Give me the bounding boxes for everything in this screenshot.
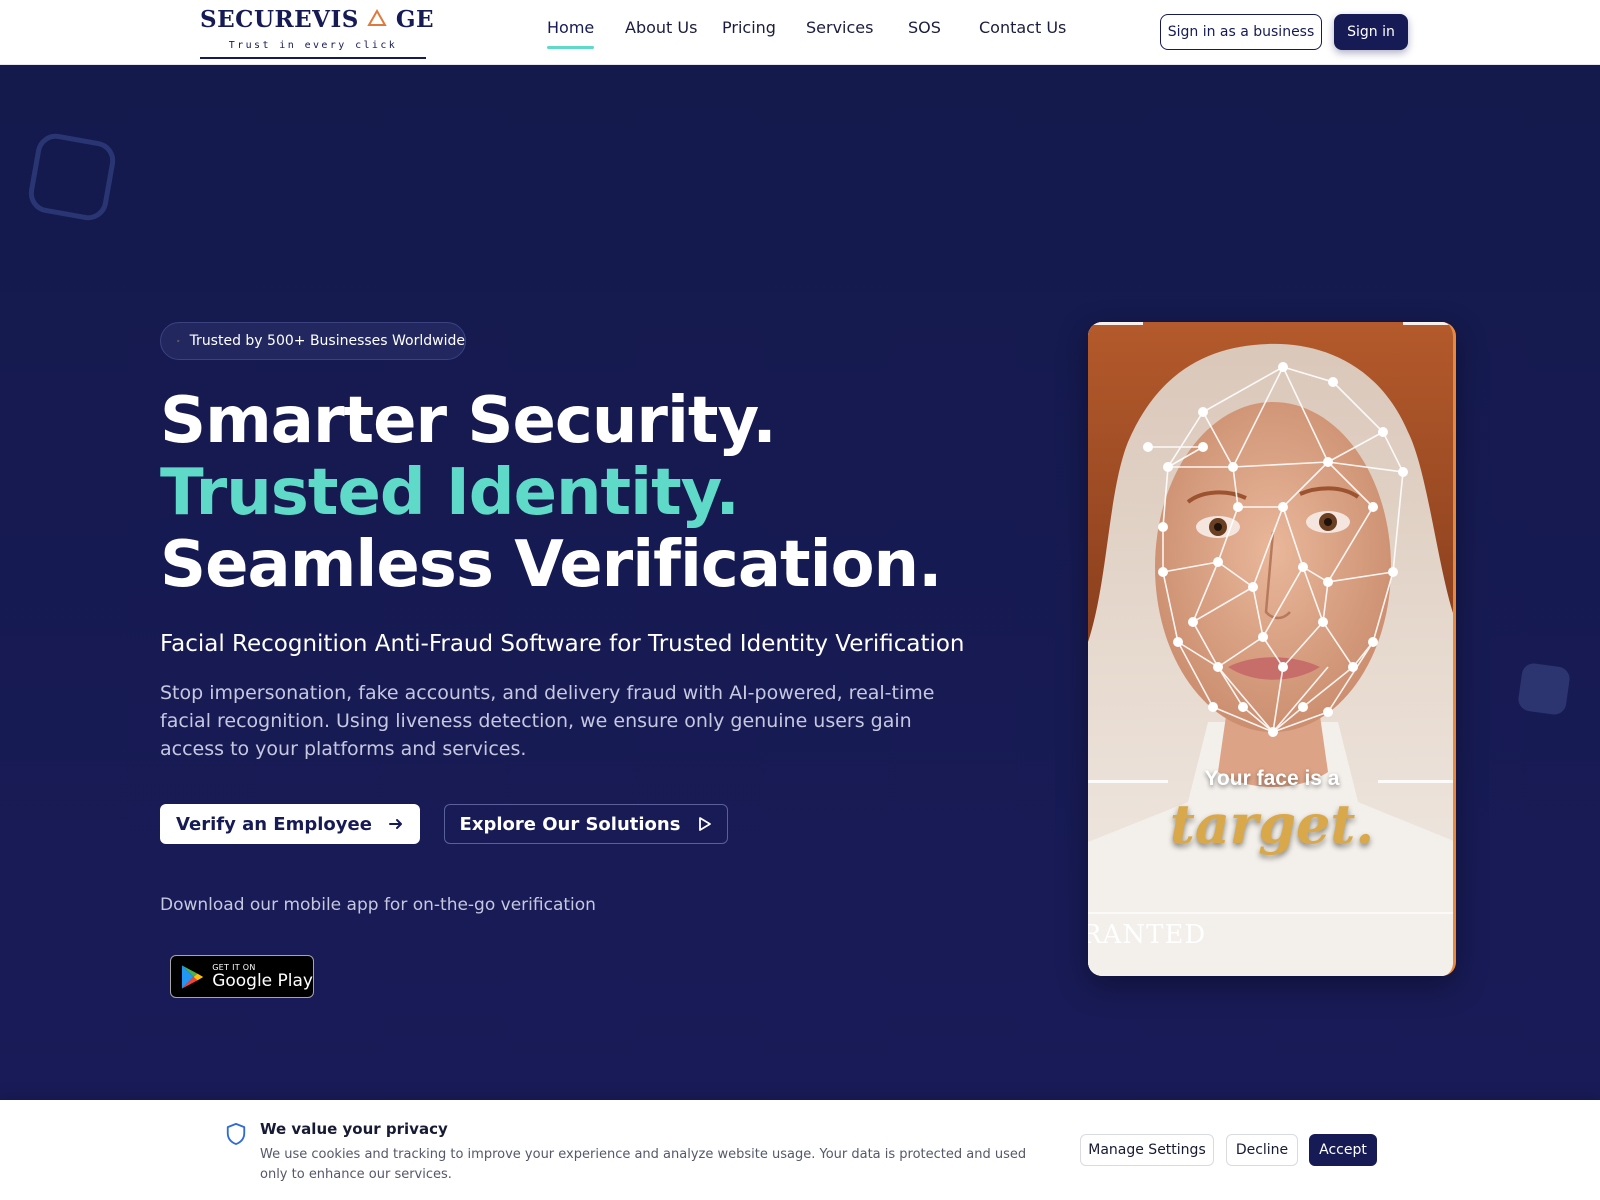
brand-underline <box>200 57 426 59</box>
google-play-big-text: Google Play <box>212 970 313 991</box>
nav-about-us[interactable]: About Us <box>625 18 697 37</box>
play-icon <box>699 817 712 831</box>
nav-contact-us[interactable]: Contact Us <box>979 18 1066 37</box>
hero-section: Trusted by 500+ Businesses Worldwide Sma… <box>0 65 1600 1100</box>
nav-sos[interactable]: SOS <box>908 18 941 37</box>
hero-video[interactable]: Your face is a target. RANTED <box>1088 322 1456 976</box>
google-play-badge[interactable]: GET IT ON Google Play <box>170 955 314 998</box>
cookie-text: We use cookies and tracking to improve y… <box>260 1147 1027 1182</box>
arrow-right-icon <box>388 819 402 829</box>
brand-name: SECUREVIS GE <box>200 6 435 33</box>
nav-home[interactable]: Home <box>547 18 595 49</box>
video-caption-line1: Your face is a <box>1204 767 1340 790</box>
star-icon <box>177 339 180 343</box>
decline-button[interactable]: Decline <box>1226 1134 1298 1166</box>
explore-solutions-button[interactable]: Explore Our Solutions <box>444 804 728 844</box>
accept-button[interactable]: Accept <box>1309 1134 1377 1166</box>
top-navbar: SECUREVIS GE Trust in every click Home A… <box>0 0 1600 65</box>
trust-badge-text: Trusted by 500+ Businesses Worldwide <box>189 333 465 349</box>
verify-employee-button[interactable]: Verify an Employee <box>160 804 420 844</box>
signin-button[interactable]: Sign in <box>1334 14 1408 50</box>
brand-logo[interactable]: SECUREVIS GE Trust in every click <box>200 4 435 60</box>
trust-badge: Trusted by 500+ Businesses Worldwide <box>160 322 466 360</box>
decorative-square <box>25 130 119 224</box>
cookie-banner: We value your privacy We use cookies and… <box>0 1100 1600 1200</box>
hero-subheading: Facial Recognition Anti-Fraud Software f… <box>160 631 965 657</box>
face-mesh-illustration <box>1088 322 1453 976</box>
video-caption-bottom: RANTED <box>1088 920 1207 950</box>
brand-tagline: Trust in every click <box>228 40 398 51</box>
video-caption-line2: target. <box>1169 792 1375 856</box>
hero-headline: Smarter Security. Trusted Identity. Seam… <box>160 384 942 602</box>
business-signin-button[interactable]: Sign in as a business <box>1160 14 1322 50</box>
shield-icon <box>226 1122 246 1145</box>
download-app-text: Download our mobile app for on-the-go ve… <box>160 895 596 915</box>
google-play-icon <box>181 964 204 989</box>
decorative-square <box>1516 661 1572 717</box>
manage-settings-button[interactable]: Manage Settings <box>1080 1134 1214 1166</box>
hero-description: Stop impersonation, fake accounts, and d… <box>160 682 935 760</box>
nav-pricing[interactable]: Pricing <box>722 18 776 37</box>
cookie-title: We value your privacy <box>260 1120 448 1138</box>
triangle-icon <box>367 9 388 26</box>
nav-services[interactable]: Services <box>806 18 873 37</box>
